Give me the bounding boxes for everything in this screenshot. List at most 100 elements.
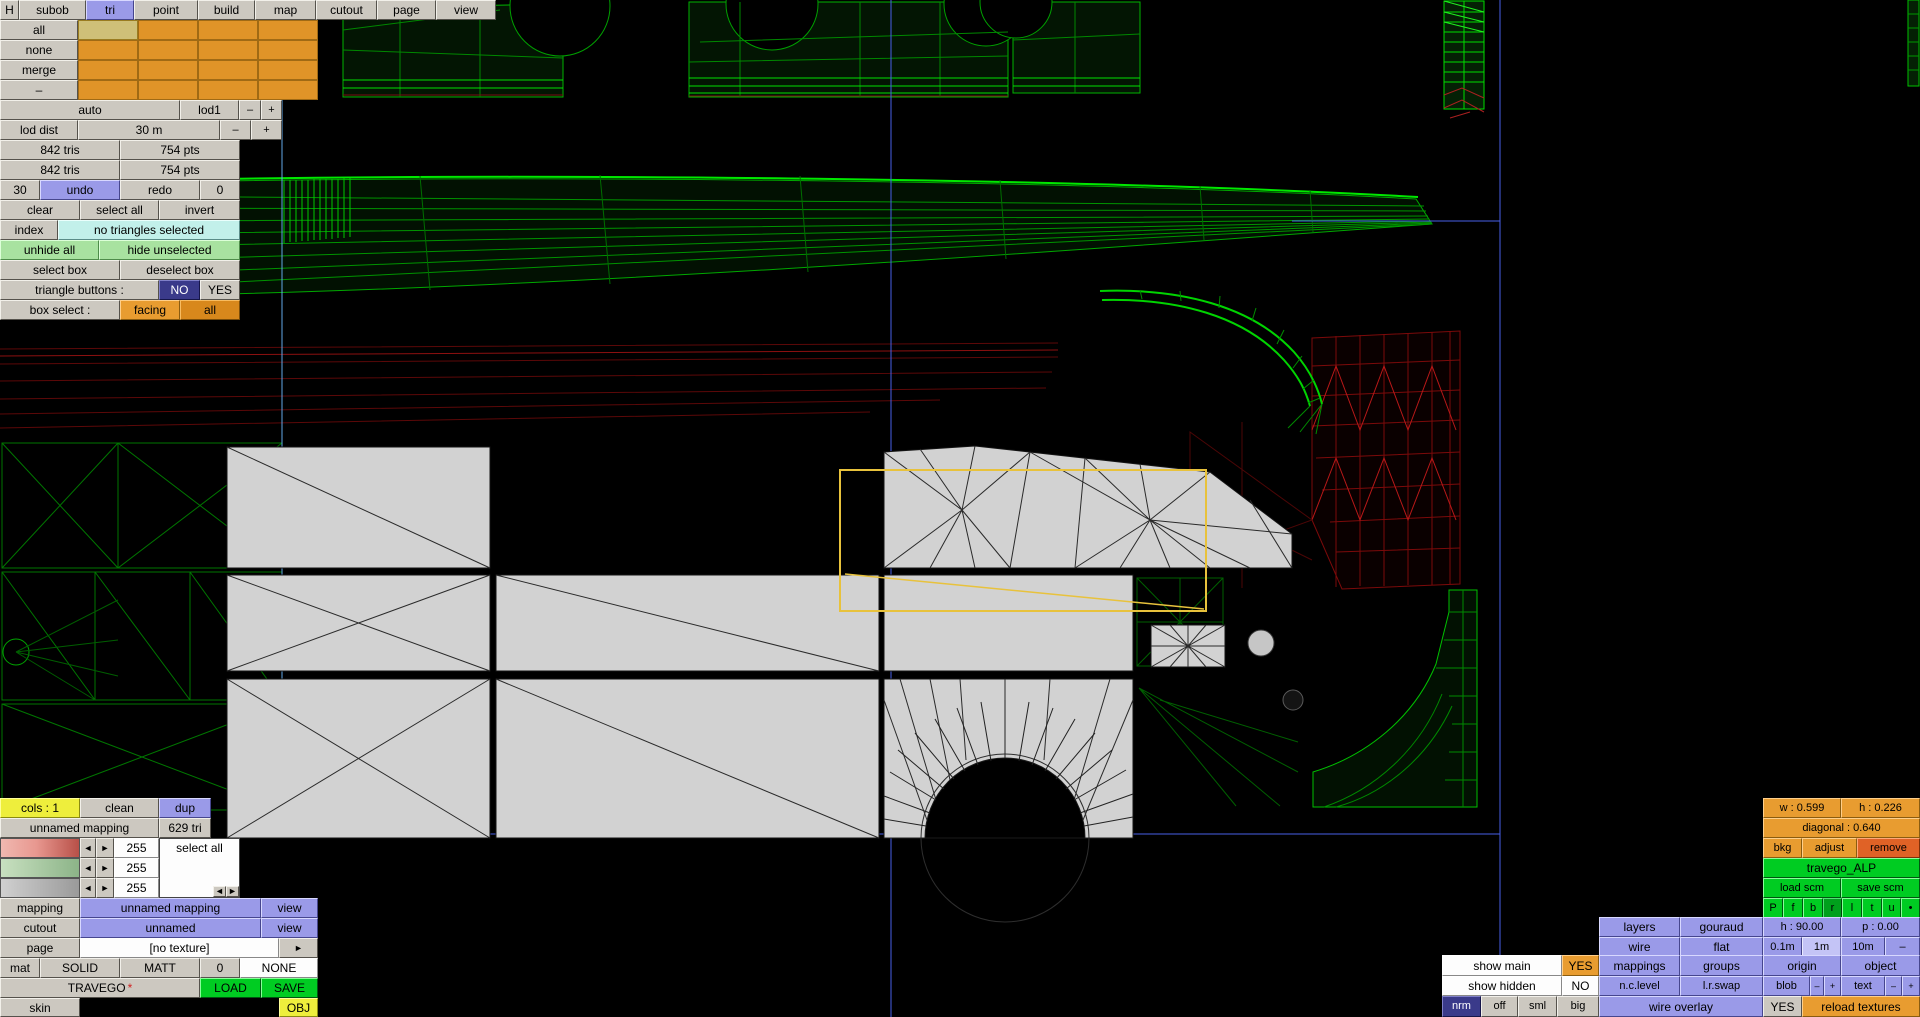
text-button[interactable]: text xyxy=(1841,976,1885,996)
wire-overlay-button[interactable]: wire overlay xyxy=(1599,996,1763,1017)
lr-swap-button[interactable]: l.r.swap xyxy=(1680,976,1763,996)
menu-point-tab[interactable]: point xyxy=(134,0,198,20)
view-back-button[interactable]: b xyxy=(1803,898,1823,918)
view-left-button[interactable]: l xyxy=(1842,898,1862,918)
lod-level-button[interactable]: lod1 xyxy=(180,100,239,120)
subobj-merge-button[interactable]: merge xyxy=(0,60,78,80)
subobj-none-button[interactable]: none xyxy=(0,40,78,60)
object-button[interactable]: object xyxy=(1841,955,1920,976)
select-all-list[interactable]: select all ◄ ► xyxy=(159,838,240,898)
menu-h-button[interactable]: H xyxy=(0,0,19,20)
view-dot-button[interactable]: • xyxy=(1901,898,1920,918)
grid-10m-button[interactable]: 10m xyxy=(1841,937,1885,957)
page-value[interactable]: [no texture] xyxy=(80,938,279,958)
lod-dist-plus-button[interactable]: + xyxy=(251,120,282,140)
bkg-button[interactable]: bkg xyxy=(1763,838,1802,858)
subobj-grid-cell[interactable] xyxy=(138,20,198,40)
subobj-grid-cell[interactable] xyxy=(198,60,258,80)
cutout-value[interactable]: unnamed xyxy=(80,918,261,938)
save-scm-button[interactable]: save scm xyxy=(1841,878,1920,898)
subobj-grid-cell[interactable] xyxy=(78,60,138,80)
nrm-button[interactable]: nrm xyxy=(1442,996,1481,1017)
triangle-buttons-yes[interactable]: YES xyxy=(200,280,240,300)
subobj-grid-cell[interactable] xyxy=(258,60,318,80)
select-all-button[interactable]: select all xyxy=(80,200,159,220)
subobj-grid-cell[interactable] xyxy=(78,20,138,40)
show-main-toggle[interactable]: YES xyxy=(1562,955,1599,976)
lod-minus-button[interactable]: – xyxy=(239,100,261,120)
subobj-grid-cell[interactable] xyxy=(78,80,138,100)
subobj-dash-button[interactable]: – xyxy=(0,80,78,100)
menu-build-tab[interactable]: build xyxy=(198,0,255,20)
show-hidden-toggle[interactable]: NO xyxy=(1562,976,1599,996)
layers-button[interactable]: layers xyxy=(1599,917,1680,937)
subobj-grid-cell[interactable] xyxy=(138,80,198,100)
green-increment-button[interactable]: ► xyxy=(96,858,114,878)
blob-plus-button[interactable]: + xyxy=(1824,976,1841,996)
wire-overlay-toggle[interactable]: YES xyxy=(1763,996,1802,1017)
gray-decrement-button[interactable]: ◄ xyxy=(80,878,96,898)
hide-unselected-button[interactable]: hide unselected xyxy=(99,240,240,260)
bkg-texture-name[interactable]: travego_ALP xyxy=(1763,858,1920,878)
blob-button[interactable]: blob xyxy=(1763,976,1810,996)
green-decrement-button[interactable]: ◄ xyxy=(80,858,96,878)
nrm-sml-button[interactable]: sml xyxy=(1518,996,1557,1017)
redo-button[interactable]: redo xyxy=(120,180,200,200)
green-value[interactable]: 255 xyxy=(114,858,159,878)
nrm-off-button[interactable]: off xyxy=(1481,996,1518,1017)
model-name[interactable]: TRAVEGO * xyxy=(0,978,200,998)
index-button[interactable]: index xyxy=(0,220,58,240)
blob-minus-button[interactable]: – xyxy=(1810,976,1824,996)
gouraud-button[interactable]: gouraud xyxy=(1680,917,1763,937)
mappings-button[interactable]: mappings xyxy=(1599,955,1680,976)
menu-page-tab[interactable]: page xyxy=(377,0,436,20)
clear-button[interactable]: clear xyxy=(0,200,80,220)
pitch-value[interactable]: p : 0.00 xyxy=(1841,917,1920,937)
subobj-grid-cell[interactable] xyxy=(198,40,258,60)
lod-dist-minus-button[interactable]: – xyxy=(220,120,251,140)
red-decrement-button[interactable]: ◄ xyxy=(80,838,96,858)
menu-view-tab[interactable]: view xyxy=(436,0,496,20)
menu-cutout-tab[interactable]: cutout xyxy=(316,0,377,20)
origin-button[interactable]: origin xyxy=(1763,955,1841,976)
triangle-buttons-no[interactable]: NO xyxy=(159,280,200,300)
cols-button[interactable]: cols : 1 xyxy=(0,798,80,818)
cutout-view-button[interactable]: view xyxy=(261,918,318,938)
subobj-grid-cell[interactable] xyxy=(258,20,318,40)
deselect-box-button[interactable]: deselect box xyxy=(120,260,240,280)
show-hidden-label[interactable]: show hidden xyxy=(1442,976,1562,996)
mat-zero-button[interactable]: 0 xyxy=(200,958,240,978)
view-under-button[interactable]: u xyxy=(1882,898,1901,918)
box-select-facing-button[interactable]: facing xyxy=(120,300,180,320)
page-next-button[interactable]: ► xyxy=(279,938,318,958)
select-box-button[interactable]: select box xyxy=(0,260,120,280)
subobj-all-button[interactable]: all xyxy=(0,20,78,40)
flat-button[interactable]: flat xyxy=(1680,937,1763,957)
view-front-button[interactable]: f xyxy=(1783,898,1803,918)
menu-subob-tab[interactable]: subob xyxy=(19,0,86,20)
view-p-button[interactable]: P xyxy=(1763,898,1783,918)
list-left-button[interactable]: ◄ xyxy=(213,886,226,897)
subobj-grid-cell[interactable] xyxy=(198,80,258,100)
save-button[interactable]: SAVE xyxy=(261,978,318,998)
wire-button[interactable]: wire xyxy=(1599,937,1680,957)
reload-textures-button[interactable]: reload textures xyxy=(1802,996,1920,1017)
text-plus-button[interactable]: + xyxy=(1902,976,1920,996)
lod-auto-button[interactable]: auto xyxy=(0,100,180,120)
lod-plus-button[interactable]: + xyxy=(261,100,282,120)
skin-button[interactable]: skin xyxy=(0,998,80,1017)
load-scm-button[interactable]: load scm xyxy=(1763,878,1841,898)
subobj-grid-cell[interactable] xyxy=(258,40,318,60)
red-increment-button[interactable]: ► xyxy=(96,838,114,858)
undo-button[interactable]: undo xyxy=(40,180,120,200)
view-right-button[interactable]: r xyxy=(1823,898,1842,918)
clean-button[interactable]: clean xyxy=(80,798,159,818)
subobj-grid-cell[interactable] xyxy=(198,20,258,40)
load-button[interactable]: LOAD xyxy=(200,978,261,998)
subobj-grid-cell[interactable] xyxy=(78,40,138,60)
grid-minus-button[interactable]: – xyxy=(1885,937,1920,957)
mapping-view-button[interactable]: view xyxy=(261,898,318,918)
nc-level-button[interactable]: n.c.level xyxy=(1599,976,1680,996)
unhide-all-button[interactable]: unhide all xyxy=(0,240,99,260)
box-select-all-button[interactable]: all xyxy=(180,300,240,320)
